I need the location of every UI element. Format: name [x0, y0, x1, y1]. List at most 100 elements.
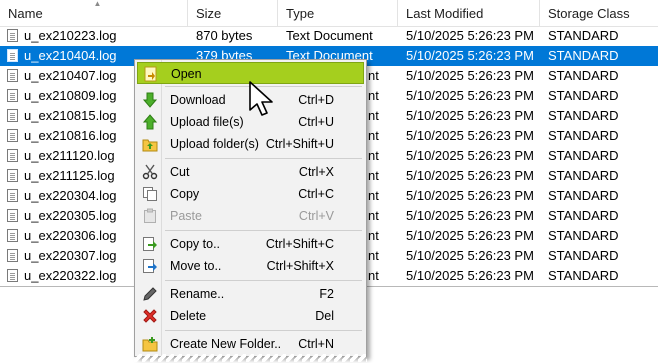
cell-modified: 5/10/2025 5:26:23 PM [406, 168, 534, 183]
menu-copy-to-label: Copy to.. [170, 237, 221, 251]
cell-modified: 5/10/2025 5:26:23 PM [406, 248, 534, 263]
menu-item-move-to[interactable]: Move to.. Ctrl+Shift+X [137, 255, 364, 277]
column-storage-class[interactable]: Storage Class [540, 0, 658, 26]
menu-rename-label: Rename.. [170, 287, 225, 301]
menu-cut-label: Cut [170, 165, 190, 179]
open-icon [144, 66, 157, 82]
menu-separator [165, 158, 362, 159]
text-file-icon [7, 129, 18, 142]
cell-name: u_ex210223.log [24, 28, 117, 43]
column-last-modified[interactable]: Last Modified [398, 0, 540, 26]
menu-paste-shortcut: Ctrl+V [298, 209, 334, 223]
menu-move-to-label: Move to.. [170, 259, 222, 273]
menu-copy-shortcut: Ctrl+C [298, 187, 334, 201]
menu-item-cut[interactable]: Cut Ctrl+X [137, 161, 364, 183]
menu-item-rename[interactable]: Rename.. F2 [137, 283, 364, 305]
text-file-icon [7, 69, 18, 82]
copy-icon [143, 187, 157, 201]
text-file-icon [7, 109, 18, 122]
delete-x-icon [143, 309, 157, 323]
menu-download-label: Download [170, 93, 226, 107]
text-file-icon [7, 209, 18, 222]
cell-storage: STANDARD [548, 248, 619, 263]
text-file-icon [7, 229, 18, 242]
column-last-modified-label: Last Modified [406, 6, 484, 21]
menu-item-new-folder[interactable]: Create New Folder.. Ctrl+N [137, 333, 364, 355]
column-type[interactable]: Type [278, 0, 398, 26]
menu-upload-folders-shortcut: Ctrl+Shift+U [265, 137, 334, 151]
cell-modified: 5/10/2025 5:26:23 PM [406, 208, 534, 223]
menu-new-folder-label: Create New Folder.. [170, 337, 282, 351]
cell-modified: 5/10/2025 5:26:23 PM [406, 268, 534, 283]
column-name[interactable]: ▲ Name [0, 0, 188, 26]
cell-storage: STANDARD [548, 228, 619, 243]
cell-modified: 5/10/2025 5:26:23 PM [406, 88, 534, 103]
cell-modified: 5/10/2025 5:26:23 PM [406, 228, 534, 243]
column-header: ▲ Name Size Type Last Modified Storage C… [0, 0, 658, 27]
menu-item-paste[interactable]: Paste Ctrl+V [137, 205, 364, 227]
menu-item-upload-folders[interactable]: Upload folder(s) Ctrl+Shift+U [137, 133, 364, 155]
cell-size: 870 bytes [196, 28, 253, 43]
menu-item-copy[interactable]: Copy Ctrl+C [137, 183, 364, 205]
column-size-label: Size [196, 6, 222, 21]
upload-folder-icon [142, 139, 158, 152]
menu-download-shortcut: Ctrl+D [298, 93, 334, 107]
menu-upload-folders-label: Upload folder(s) [170, 137, 259, 151]
cell-storage: STANDARD [548, 48, 619, 63]
download-icon [142, 92, 158, 108]
cell-storage: STANDARD [548, 208, 619, 223]
text-file-icon [7, 189, 18, 202]
cell-storage: STANDARD [548, 148, 619, 163]
cell-storage: STANDARD [548, 88, 619, 103]
text-file-icon [7, 249, 18, 262]
cell-modified: 5/10/2025 5:26:23 PM [406, 108, 534, 123]
cell-modified: 5/10/2025 5:26:23 PM [406, 48, 534, 63]
text-file-icon [7, 89, 18, 102]
menu-copy-label: Copy [170, 187, 200, 201]
paste-icon [144, 208, 156, 223]
menu-copy-to-shortcut: Ctrl+Shift+C [265, 237, 334, 251]
upload-icon [142, 114, 158, 130]
column-size[interactable]: Size [188, 0, 278, 26]
cell-modified: 5/10/2025 5:26:23 PM [406, 188, 534, 203]
menu-new-folder-shortcut: Ctrl+N [298, 337, 334, 351]
menu-rename-shortcut: F2 [319, 287, 334, 301]
column-type-label: Type [286, 6, 315, 21]
text-file-icon [7, 269, 18, 282]
table-row[interactable]: u_ex210223.log 870 bytes Text Document 5/10… [0, 26, 658, 46]
menu-upload-files-shortcut: Ctrl+U [298, 115, 334, 129]
menu-paste-label: Paste [170, 209, 202, 223]
cell-storage: STANDARD [548, 268, 619, 283]
mouse-pointer-icon [249, 81, 273, 116]
menu-separator [165, 280, 362, 281]
text-file-icon [7, 49, 18, 62]
menu-separator [165, 330, 362, 331]
menu-delete-shortcut: Del [315, 309, 334, 323]
cell-storage: STANDARD [548, 188, 619, 203]
text-file-icon [7, 149, 18, 162]
menu-delete-label: Delete [170, 309, 207, 323]
menu-cut-shortcut: Ctrl+X [298, 165, 334, 179]
cell-storage: STANDARD [548, 128, 619, 143]
cell-modified: 5/10/2025 5:26:23 PM [406, 28, 534, 43]
cell-storage: STANDARD [548, 68, 619, 83]
cell-modified: 5/10/2025 5:26:23 PM [406, 148, 534, 163]
cell-storage: STANDARD [548, 28, 619, 43]
cell-modified: 5/10/2025 5:26:23 PM [406, 68, 534, 83]
cell-storage: STANDARD [548, 108, 619, 123]
sort-arrow-icon: ▲ [93, 0, 102, 8]
menu-upload-files-label: Upload file(s) [170, 115, 244, 129]
menu-separator [165, 230, 362, 231]
column-storage-class-label: Storage Class [548, 6, 630, 21]
pencil-icon [143, 287, 157, 301]
menu-item-copy-to[interactable]: Copy to.. Ctrl+Shift+C [137, 233, 364, 255]
cell-type: Text Document [286, 28, 373, 43]
menu-open-label: Open [171, 67, 202, 81]
menu-item-delete[interactable]: Delete Del [137, 305, 364, 327]
column-name-label: Name [8, 6, 43, 21]
scissors-icon [142, 164, 158, 180]
text-file-icon [7, 169, 18, 182]
copy-to-icon [143, 237, 157, 251]
move-to-icon [143, 259, 157, 273]
cell-storage: STANDARD [548, 168, 619, 183]
